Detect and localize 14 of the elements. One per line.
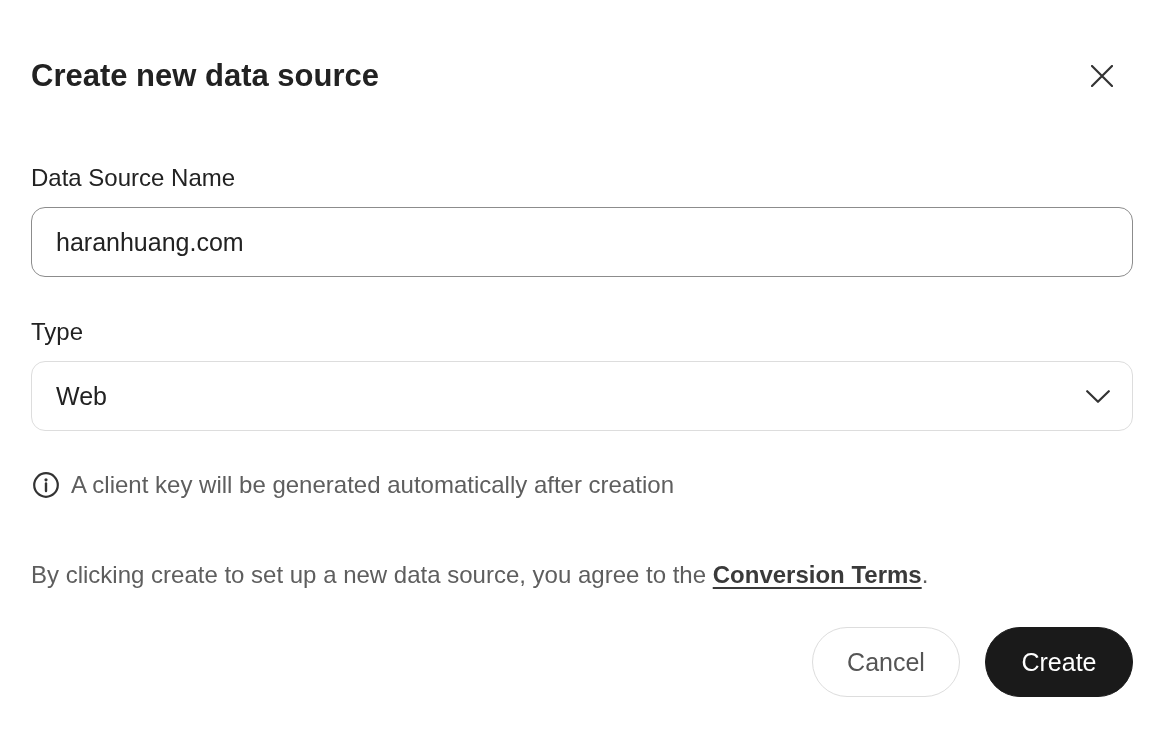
cancel-button[interactable]: Cancel (812, 627, 960, 697)
field-label: Data Source Name (31, 163, 237, 193)
type-select[interactable]: Web (31, 361, 1133, 431)
name-input[interactable]: haranhuang.com (31, 207, 1133, 277)
consent-text: By clicking create to set up a new data source, you agree to the Conversion Terms. (31, 560, 930, 590)
create-button[interactable]: Create (985, 627, 1133, 697)
close-button[interactable] (1090, 64, 1114, 88)
info-icon (33, 472, 59, 498)
terms-link[interactable]: Conversion Terms (712, 561, 922, 588)
field-label: Type (31, 317, 85, 347)
close-icon (1091, 65, 1113, 87)
chevron-down-icon (1086, 389, 1110, 403)
dialog-title: Create new data source (31, 57, 380, 95)
info-text: A client key will be generated automatically after creation (71, 470, 674, 500)
